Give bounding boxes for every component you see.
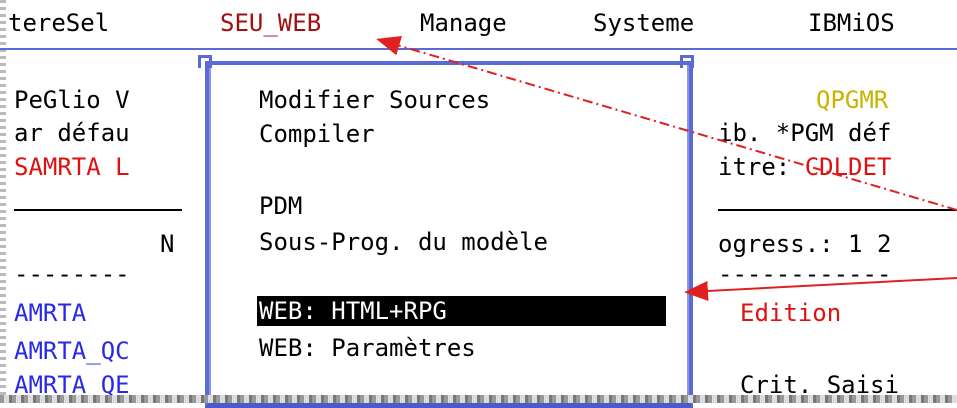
seu-web-dropdown-menu: Modifier Sources Compiler PDM Sous-Prog.… (205, 61, 693, 408)
right-separator (718, 209, 957, 211)
left-header-n: N (160, 230, 175, 258)
right-dashes: ------------ (718, 260, 892, 288)
menu-item-ibmios[interactable]: IBMiOS (808, 8, 895, 38)
menu-item-tereSel[interactable]: tereSel (8, 8, 109, 38)
menu-option-pdm[interactable]: PDM (259, 191, 302, 221)
popup-corner-tick-right (680, 55, 694, 68)
menu-item-manage[interactable]: Manage (420, 8, 507, 38)
right-edition[interactable]: Edition (740, 298, 841, 328)
menu-item-systeme[interactable]: Systeme (593, 8, 694, 38)
menu-option-modifier-sources[interactable]: Modifier Sources (259, 85, 490, 115)
menu-bar-divider (0, 48, 957, 50)
left-separator (14, 209, 182, 211)
right-line-3: itre: CDLDET (718, 153, 892, 181)
menu-option-web-html-rpg[interactable]: WEB: HTML+RPG (257, 296, 666, 326)
list-item[interactable]: AMRTA (14, 298, 86, 328)
right-line-2: ib. *PGM déf (718, 119, 892, 147)
left-line-1: PeGlio V (14, 86, 130, 114)
torn-edge-bottom (0, 395, 957, 403)
menu-option-compiler[interactable]: Compiler (259, 119, 375, 149)
left-line-3: SAMRTA L (14, 153, 130, 181)
left-line-2: ar défau (14, 119, 130, 147)
left-dashes: -------- (14, 260, 130, 288)
right-progress: ogress.: 1 2 (718, 230, 892, 258)
menu-option-sous-prog[interactable]: Sous-Prog. du modèle (259, 227, 548, 257)
menu-item-seu-web[interactable]: SEU_WEB (220, 8, 321, 38)
popup-corner-tick-left (198, 55, 212, 68)
menu-option-web-parametres[interactable]: WEB: Paramètres (259, 333, 476, 363)
menu-bar: tereSel SEU_WEB Manage Systeme IBMiOS (0, 0, 957, 50)
torn-edge-left (0, 0, 6, 403)
list-item[interactable]: AMRTA_QC (14, 336, 130, 366)
right-user-qpgmr: QPGMR (816, 86, 889, 114)
